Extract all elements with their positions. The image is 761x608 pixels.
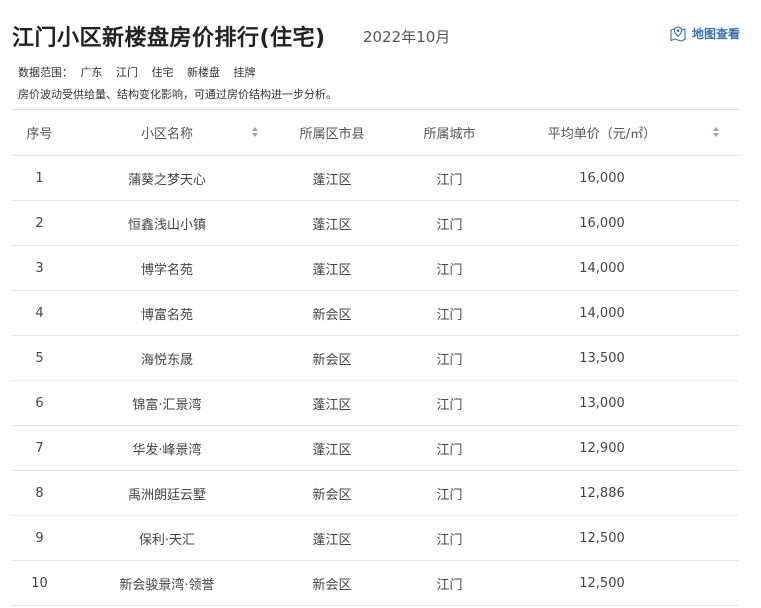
cell-district: 蓬江区 [312,217,352,233]
cell-price: 16,000 [579,170,625,186]
table-body: 1 蒲葵之梦天心 蓬江区 江门 16,000 2 恒鑫浅山小镇 蓬江区 江门 16,000 3 博学名… [12,156,739,606]
cell-district: 蓬江区 [312,442,352,458]
cell-city: 江门 [436,217,463,233]
ranking-table: 序号 小区名称 所属区市县 所属城市 平均单价（元/㎡） 1 蒲葵之梦天心 蓬江区江… [12,109,739,606]
scope-tag-source: 挂牌 [233,66,256,79]
cell-name[interactable]: 博富名苑 [67,291,267,335]
table-row[interactable]: 1 蒲葵之梦天心 蓬江区 江门 16,000 [12,156,739,201]
report-date: 2022年10月 [363,28,451,46]
cell-rank: 1 [35,170,44,186]
map-view-label: 地图查看 [691,27,740,41]
cell-rank: 2 [35,215,44,231]
cell-rank: 7 [35,440,44,456]
scope-tag-type: 住宅 [151,66,174,79]
scope-tag-city: 江门 [116,66,138,79]
price-note: 房价波动受供给量、结构变化影响，可通过房价结构进一步分析。 [18,88,337,101]
cell-price: 16,000 [579,215,625,231]
header-district: 所属区市县 [299,127,365,142]
map-pin-icon [669,25,687,42]
table-row[interactable]: 3 博学名苑 蓬江区 江门 14,000 [12,246,739,291]
cell-city: 江门 [436,487,463,503]
cell-spacer [702,381,739,425]
map-view-link[interactable]: 地图查看 [669,25,740,42]
scope-tag-market: 新楼盘 [187,66,220,79]
cell-price: 12,900 [579,440,625,456]
cell-city: 江门 [436,532,463,548]
cell-city: 江门 [436,577,463,593]
cell-city: 江门 [436,442,463,458]
table-row[interactable]: 8 禹洲朗廷云墅 新会区 江门 12,886 [12,471,739,516]
cell-price: 14,000 [579,260,625,276]
table-row[interactable]: 7 华发·峰景湾 蓬江区 江门 12,900 [12,426,739,471]
cell-spacer [702,516,739,560]
header-name[interactable]: 小区名称 [67,110,267,155]
cell-name[interactable]: 恒鑫浅山小镇 [67,201,267,245]
cell-city: 江门 [436,262,463,278]
cell-district: 蓬江区 [312,262,352,278]
scope-tag-province: 广东 [80,66,103,79]
cell-rank: 5 [35,350,44,366]
table-row[interactable]: 2 恒鑫浅山小镇 蓬江区 江门 16,000 [12,201,739,246]
sort-arrows-icon[interactable] [252,126,258,137]
cell-district: 新会区 [312,307,352,323]
cell-name[interactable]: 禹洲朗廷云墅 [67,471,267,515]
scope-label: 数据范围： [18,66,73,79]
table-row[interactable]: 10 新会骏景湾·领誉 新会区 江门 12,500 [12,561,739,606]
cell-spacer [702,201,739,245]
header: 江门小区新楼盘房价排行(住宅) 2022年10月 地图查看 [12,18,740,52]
cell-spacer [702,156,739,200]
header-city: 所属城市 [423,127,476,142]
cell-name[interactable]: 蒲葵之梦天心 [67,156,267,200]
cell-city: 江门 [436,172,463,188]
cell-name[interactable]: 保利·天汇 [67,516,267,560]
cell-name[interactable]: 博学名苑 [67,246,267,290]
cell-city: 江门 [436,397,463,413]
table-header: 序号 小区名称 所属区市县 所属城市 平均单价（元/㎡） [12,110,739,156]
cell-name[interactable]: 锦富·汇景湾 [67,381,267,425]
cell-rank: 3 [35,260,44,276]
cell-rank: 9 [35,530,44,546]
table-row[interactable]: 4 博富名苑 新会区 江门 14,000 [12,291,739,336]
cell-city: 江门 [436,307,463,323]
cell-name[interactable]: 海悦东晟 [67,336,267,380]
cell-rank: 4 [35,305,44,321]
cell-district: 新会区 [312,577,352,593]
cell-price: 14,000 [579,305,625,321]
cell-price: 12,500 [579,575,625,591]
cell-name[interactable]: 新会骏景湾·领誉 [67,561,267,605]
cell-city: 江门 [436,352,463,368]
header-price[interactable]: 平均单价（元/㎡） [502,110,702,155]
header-rank: 序号 [26,127,53,142]
data-scope: 数据范围： 广东 江门 住宅 新楼盘 挂牌 [18,64,266,80]
cell-price: 13,000 [579,395,625,411]
table-row[interactable]: 6 锦富·汇景湾 蓬江区 江门 13,000 [12,381,739,426]
table-row[interactable]: 9 保利·天汇 蓬江区 江门 12,500 [12,516,739,561]
cell-spacer [702,561,739,605]
header-price-sort [702,110,739,155]
cell-rank: 10 [31,575,48,591]
cell-name[interactable]: 华发·峰景湾 [67,426,267,470]
cell-rank: 8 [35,485,44,501]
cell-spacer [702,291,739,335]
header-name-label: 小区名称 [140,127,193,142]
page-title: 江门小区新楼盘房价排行(住宅) [12,26,326,51]
cell-spacer [702,471,739,515]
cell-spacer [702,336,739,380]
cell-price: 13,500 [579,350,625,366]
cell-district: 新会区 [312,352,352,368]
cell-district: 蓬江区 [312,397,352,413]
table-row[interactable]: 5 海悦东晟 新会区 江门 13,500 [12,336,739,381]
cell-price: 12,500 [579,530,625,546]
cell-spacer [702,246,739,290]
cell-district: 蓬江区 [312,532,352,548]
cell-spacer [702,426,739,470]
cell-district: 蓬江区 [312,172,352,188]
page: 江门小区新楼盘房价排行(住宅) 2022年10月 地图查看 数据范围： 广东 江… [0,0,761,608]
cell-district: 新会区 [312,487,352,503]
cell-rank: 6 [35,395,44,411]
cell-price: 12,886 [579,485,625,501]
sort-arrows-icon[interactable] [713,126,719,137]
